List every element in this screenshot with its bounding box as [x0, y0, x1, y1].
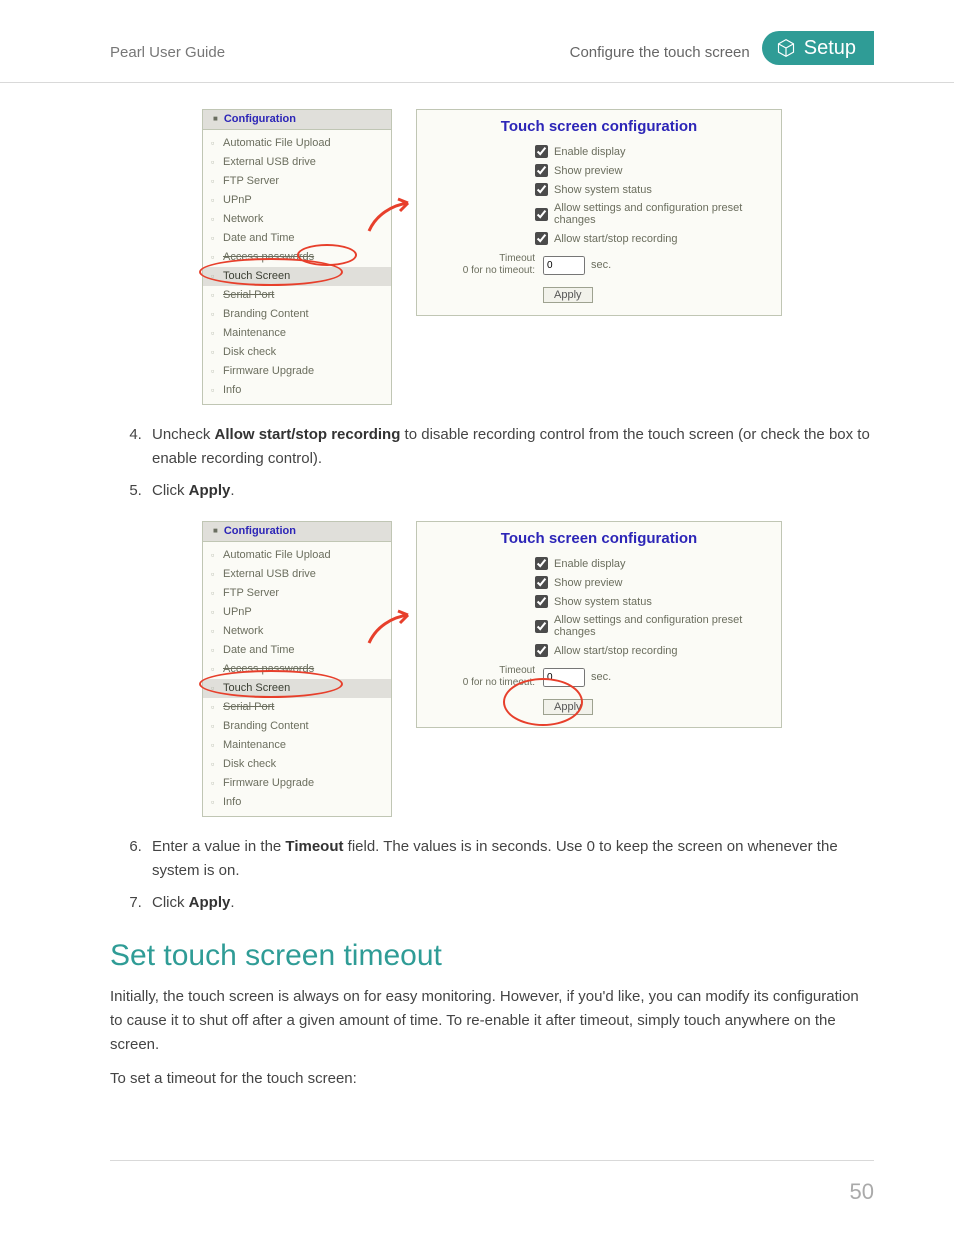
timeout-label-1: Timeout: [499, 665, 535, 676]
body-paragraph-1: Initially, the touch screen is always on…: [110, 985, 874, 1057]
config-sidebar: Configuration Automatic File UploadExter…: [202, 521, 392, 817]
checkbox-label: Allow start/stop recording: [554, 233, 678, 245]
sidebar-header: Configuration: [203, 110, 391, 130]
instruction-step: Click Apply.: [146, 891, 874, 915]
sidebar-item-network[interactable]: Network: [203, 210, 391, 229]
checkbox-label: Show system status: [554, 596, 652, 608]
checkbox-row: Show system status: [535, 183, 771, 196]
sidebar-item-firmware-upgrade[interactable]: Firmware Upgrade: [203, 362, 391, 381]
checkbox-row: Allow settings and configuration preset …: [535, 202, 771, 226]
screenshot-2: Configuration Automatic File UploadExter…: [202, 521, 782, 817]
checkbox-show-system-status[interactable]: [535, 595, 548, 608]
sidebar-item-ftp-server[interactable]: FTP Server: [203, 584, 391, 603]
panel-title: Touch screen configuration: [427, 530, 771, 547]
sidebar-item-access-passwords[interactable]: Access passwords: [203, 660, 391, 679]
sidebar-item-automatic-file-upload[interactable]: Automatic File Upload: [203, 546, 391, 565]
checkbox-allow-start-stop-recording[interactable]: [535, 644, 548, 657]
timeout-label-2: 0 for no timeout:: [463, 677, 535, 688]
sidebar-item-automatic-file-upload[interactable]: Automatic File Upload: [203, 134, 391, 153]
sidebar-item-serial-port[interactable]: Serial Port: [203, 698, 391, 717]
instruction-step: Click Apply.: [146, 479, 874, 503]
sidebar-item-external-usb-drive[interactable]: External USB drive: [203, 153, 391, 172]
instruction-list-a: Uncheck Allow start/stop recording to di…: [110, 423, 874, 503]
checkbox-label: Show system status: [554, 184, 652, 196]
page-header: Pearl User Guide Configure the touch scr…: [0, 0, 954, 83]
timeout-label-2: 0 for no timeout:: [463, 265, 535, 276]
sidebar-item-upnp[interactable]: UPnP: [203, 191, 391, 210]
sidebar-item-touch-screen[interactable]: Touch Screen: [203, 267, 391, 286]
sidebar-item-maintenance[interactable]: Maintenance: [203, 736, 391, 755]
sidebar-item-serial-port[interactable]: Serial Port: [203, 286, 391, 305]
timeout-row: Timeout 0 for no timeout: sec.: [441, 665, 771, 689]
checkbox-allow-settings-and-configuration-preset-changes[interactable]: [535, 208, 548, 221]
sidebar-item-maintenance[interactable]: Maintenance: [203, 324, 391, 343]
sidebar-item-branding-content[interactable]: Branding Content: [203, 305, 391, 324]
instruction-step: Uncheck Allow start/stop recording to di…: [146, 423, 874, 471]
sidebar-item-date-and-time[interactable]: Date and Time: [203, 641, 391, 660]
checkbox-label: Enable display: [554, 558, 626, 570]
checkbox-row: Allow start/stop recording: [535, 232, 771, 245]
checkbox-label: Allow settings and configuration preset …: [554, 614, 771, 638]
section-heading: Set touch screen timeout: [110, 939, 874, 973]
instruction-step: Enter a value in the Timeout field. The …: [146, 835, 874, 883]
checkbox-allow-settings-and-configuration-preset-changes[interactable]: [535, 620, 548, 633]
page-footer: 50: [110, 1160, 874, 1205]
setup-tab: Setup: [762, 31, 874, 65]
sidebar-item-touch-screen[interactable]: Touch Screen: [203, 679, 391, 698]
sidebar-item-external-usb-drive[interactable]: External USB drive: [203, 565, 391, 584]
sidebar-item-firmware-upgrade[interactable]: Firmware Upgrade: [203, 774, 391, 793]
checkbox-label: Allow settings and configuration preset …: [554, 202, 771, 226]
checkbox-enable-display[interactable]: [535, 557, 548, 570]
checkbox-show-preview[interactable]: [535, 576, 548, 589]
timeout-unit: sec.: [591, 671, 611, 683]
sidebar-item-disk-check[interactable]: Disk check: [203, 343, 391, 362]
checkbox-row: Allow start/stop recording: [535, 644, 771, 657]
page-number: 50: [850, 1179, 874, 1204]
checkbox-label: Show preview: [554, 577, 622, 589]
timeout-row: Timeout 0 for no timeout: sec.: [441, 253, 771, 277]
checkbox-label: Enable display: [554, 146, 626, 158]
timeout-unit: sec.: [591, 259, 611, 271]
checkbox-label: Allow start/stop recording: [554, 645, 678, 657]
setup-tab-label: Setup: [804, 37, 856, 60]
checkbox-row: Enable display: [535, 145, 771, 158]
sidebar-item-upnp[interactable]: UPnP: [203, 603, 391, 622]
sidebar-item-info[interactable]: Info: [203, 793, 391, 812]
sidebar-item-date-and-time[interactable]: Date and Time: [203, 229, 391, 248]
sidebar-item-ftp-server[interactable]: FTP Server: [203, 172, 391, 191]
sidebar-header: Configuration: [203, 522, 391, 542]
body-paragraph-2: To set a timeout for the touch screen:: [110, 1067, 874, 1091]
sidebar-item-access-passwords[interactable]: Access passwords: [203, 248, 391, 267]
instruction-list-b: Enter a value in the Timeout field. The …: [110, 835, 874, 915]
checkbox-label: Show preview: [554, 165, 622, 177]
checkbox-row: Allow settings and configuration preset …: [535, 614, 771, 638]
cube-icon: [776, 38, 796, 58]
checkbox-show-system-status[interactable]: [535, 183, 548, 196]
page-topic: Configure the touch screen: [570, 44, 750, 61]
checkbox-show-preview[interactable]: [535, 164, 548, 177]
panel-title: Touch screen configuration: [427, 118, 771, 135]
sidebar-item-info[interactable]: Info: [203, 381, 391, 400]
config-sidebar: Configuration Automatic File UploadExter…: [202, 109, 392, 405]
checkbox-enable-display[interactable]: [535, 145, 548, 158]
sidebar-item-network[interactable]: Network: [203, 622, 391, 641]
checkbox-allow-start-stop-recording[interactable]: [535, 232, 548, 245]
checkbox-row: Show preview: [535, 576, 771, 589]
timeout-input[interactable]: [543, 256, 585, 275]
checkbox-row: Show system status: [535, 595, 771, 608]
checkbox-row: Show preview: [535, 164, 771, 177]
sidebar-item-disk-check[interactable]: Disk check: [203, 755, 391, 774]
guide-title: Pearl User Guide: [110, 44, 225, 61]
timeout-label-1: Timeout: [499, 253, 535, 264]
screenshot-1: Configuration Automatic File UploadExter…: [202, 109, 782, 405]
config-panel: Touch screen configuration Enable displa…: [416, 521, 782, 728]
apply-button[interactable]: Apply: [543, 287, 593, 303]
timeout-input[interactable]: [543, 668, 585, 687]
sidebar-item-branding-content[interactable]: Branding Content: [203, 717, 391, 736]
apply-button[interactable]: Apply: [543, 699, 593, 715]
config-panel: Touch screen configuration Enable displa…: [416, 109, 782, 316]
checkbox-row: Enable display: [535, 557, 771, 570]
